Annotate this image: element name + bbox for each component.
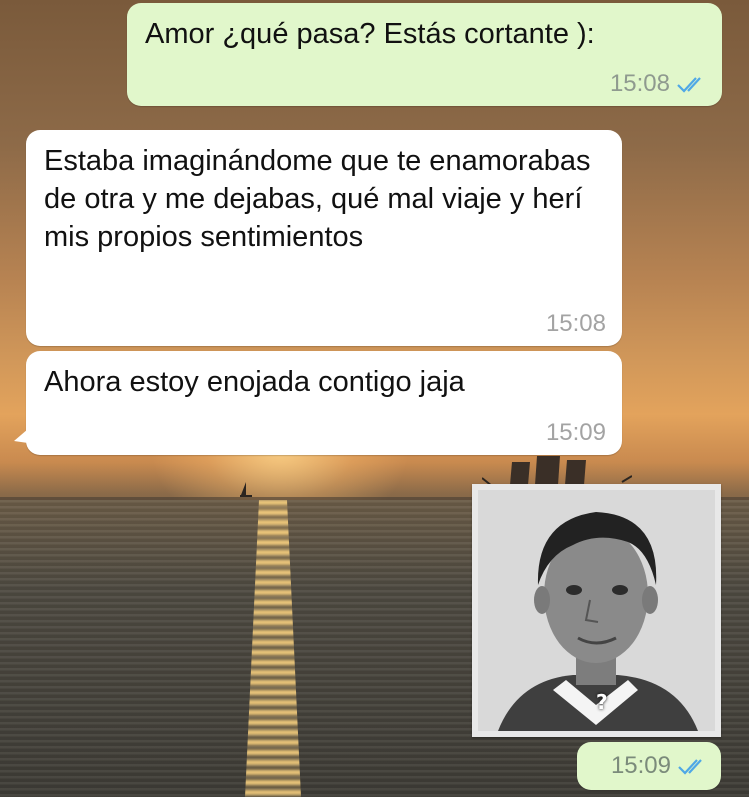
image-caption: ? bbox=[596, 690, 608, 714]
sailboat-icon bbox=[240, 482, 252, 497]
message-time: 15:08 bbox=[545, 310, 606, 337]
message-bubble-outgoing[interactable]: Amor ¿qué pasa? Estás cortante ): 15:08 bbox=[127, 3, 722, 106]
meme-photo[interactable]: ? bbox=[478, 490, 715, 731]
message-time: 15:08 bbox=[609, 70, 670, 97]
double-check-icon bbox=[677, 77, 701, 93]
message-time: 15:09 bbox=[610, 752, 671, 779]
message-meta: 15:08 bbox=[610, 70, 706, 98]
message-time: 15:09 bbox=[545, 419, 606, 446]
message-text: Amor ¿qué pasa? Estás cortante ): bbox=[145, 18, 595, 50]
message-bubble-incoming[interactable]: Ahora estoy enojada contigo jaja 15:09 bbox=[14, 351, 622, 455]
message-bubble-incoming[interactable]: Estaba imaginándome que te enamorabas de… bbox=[26, 130, 622, 346]
image-message[interactable]: ? bbox=[472, 484, 721, 737]
bubble-tail bbox=[14, 429, 28, 443]
message-meta: 15:09 bbox=[546, 419, 606, 447]
image-time-badge: 15:09 bbox=[577, 742, 721, 790]
message-meta: 15:08 bbox=[546, 310, 606, 338]
message-text: Estaba imaginándome que te enamorabas de… bbox=[44, 145, 591, 253]
message-meta: 15:09 bbox=[611, 752, 707, 780]
double-check-icon bbox=[678, 759, 702, 775]
message-text: Ahora estoy enojada contigo jaja bbox=[44, 366, 465, 398]
